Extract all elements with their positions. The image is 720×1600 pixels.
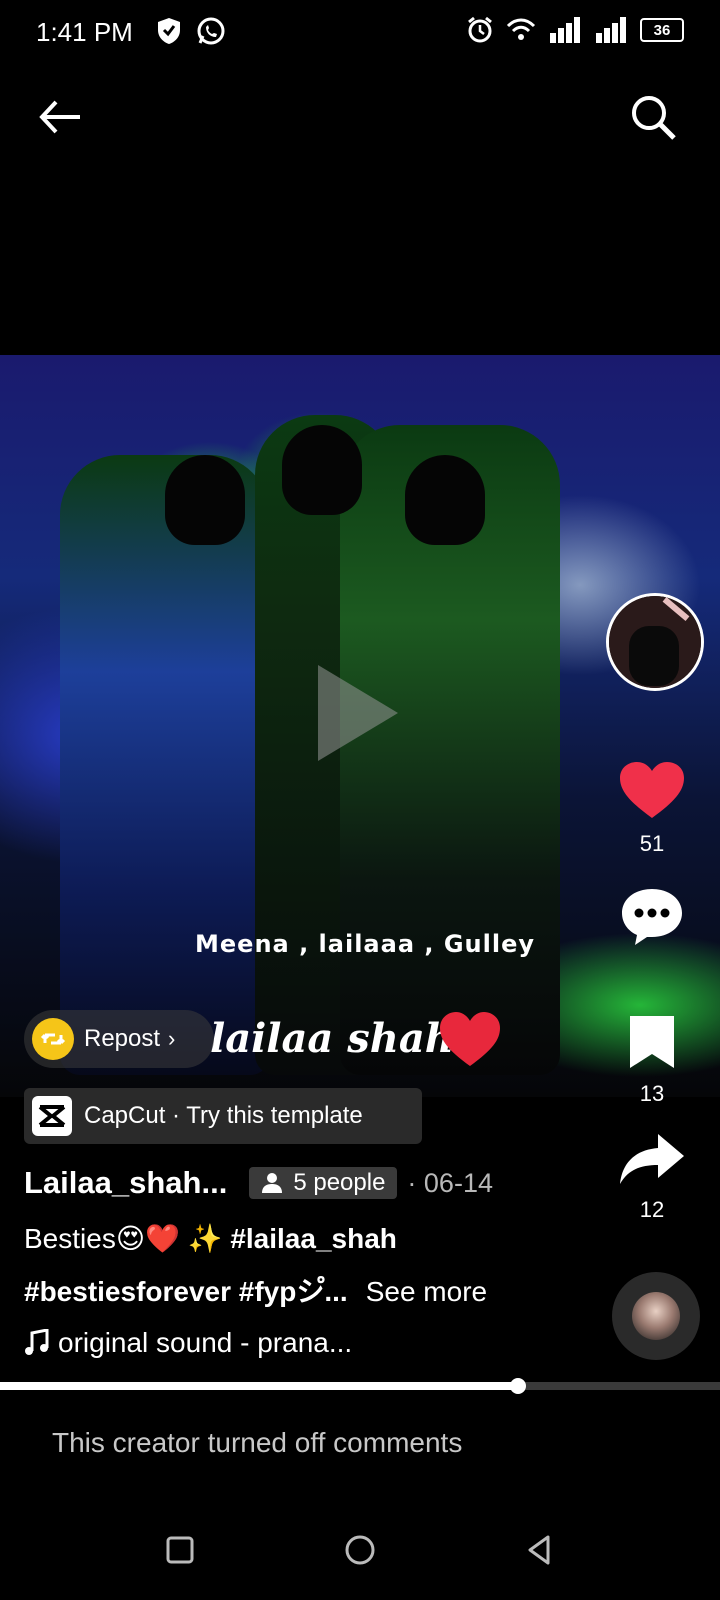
comment-button[interactable] [610,885,694,952]
capcut-template-banner[interactable]: CapCut · Try this template [24,1088,422,1144]
battery-indicator: 36 [640,18,684,42]
video-progress-bar[interactable] [0,1378,720,1394]
sound-disc-image [632,1292,680,1340]
play-icon[interactable] [318,665,398,761]
post-date: · 06-14 [407,1167,493,1198]
back-button[interactable] [36,92,86,142]
post-meta-row: Lailaa_shah... 5 people · 06-14 [24,1165,493,1201]
chevron-right-icon: › [168,1026,176,1051]
comment-icon [622,889,682,945]
people-chip[interactable]: 5 people [249,1167,398,1199]
search-button[interactable] [628,92,678,142]
video-names-caption: Meena , lailaaa , Gulley [195,930,535,958]
shield-icon [158,18,180,44]
video-face [165,455,245,545]
caption-hashtag[interactable]: #lailaa_shah [230,1223,397,1254]
status-right-icons: 36 [466,16,684,44]
signal-icon-2 [596,17,626,43]
sound-row[interactable]: original sound - prana... [24,1327,352,1359]
comments-disabled-notice: This creator turned off comments [52,1427,463,1458]
repost-button[interactable]: Repost › [24,1010,214,1068]
video-figure [60,455,270,1075]
video-player[interactable]: Meena , lailaaa , Gulley lailaa shah [0,355,720,1097]
whatsapp-icon [197,17,225,45]
heart-icon [620,762,684,818]
caption-line-2: #bestiesforever #fypシ゚... See more [24,1270,487,1310]
repost-label: Repost [84,1025,161,1052]
progress-thumb[interactable] [510,1378,527,1394]
signal-icon [550,17,580,43]
sound-label: original sound - prana... [58,1327,353,1358]
bookmark-button[interactable]: 13 [610,1012,694,1107]
bookmark-count: 13 [639,1081,665,1106]
status-left-icons [156,16,226,46]
capcut-label: CapCut · Try this template [84,1102,363,1129]
share-count: 12 [639,1197,665,1222]
square-icon[interactable] [160,1530,200,1570]
search-icon [632,96,676,140]
share-button[interactable]: 12 [610,1130,694,1223]
video-face [282,425,362,515]
video-face [405,455,485,545]
share-icon [620,1134,684,1184]
avatar-image [609,596,701,688]
see-more-link[interactable]: See more [366,1276,487,1307]
creator-avatar[interactable] [606,593,704,691]
capcut-icon [32,1096,72,1136]
system-nav-bar [0,1500,720,1600]
people-chip-label: 5 people [293,1169,386,1196]
like-count: 51 [639,831,665,856]
progress-fill [0,1382,519,1390]
person-icon [262,1173,283,1193]
triangle-back-icon[interactable] [520,1530,560,1570]
wifi-icon [506,18,536,40]
caption-emojis: 😍❤️ ✨ [115,1223,223,1254]
sound-disc[interactable] [612,1272,700,1360]
bookmark-icon [630,1016,674,1068]
caption-hashtags[interactable]: #bestiesforever #fypシ゚... [24,1276,348,1307]
alarm-icon [468,16,492,43]
caption-text: Besties [24,1223,116,1254]
creator-username[interactable]: Lailaa_shah... [24,1165,227,1201]
music-note-icon [25,1329,49,1355]
back-arrow-icon [39,100,80,134]
caption-line-1: Besties😍❤️ ✨ #lailaa_shah [24,1222,397,1255]
overlay-heart-icon [440,1012,500,1066]
video-overlay-title: lailaa shah [210,1015,454,1062]
status-time: 1:41 PM [36,17,133,47]
repost-icon [32,1018,74,1060]
circle-icon[interactable] [340,1530,380,1570]
like-button[interactable]: 51 [610,760,694,857]
status-bar: 1:41 PM 36 [0,0,720,66]
